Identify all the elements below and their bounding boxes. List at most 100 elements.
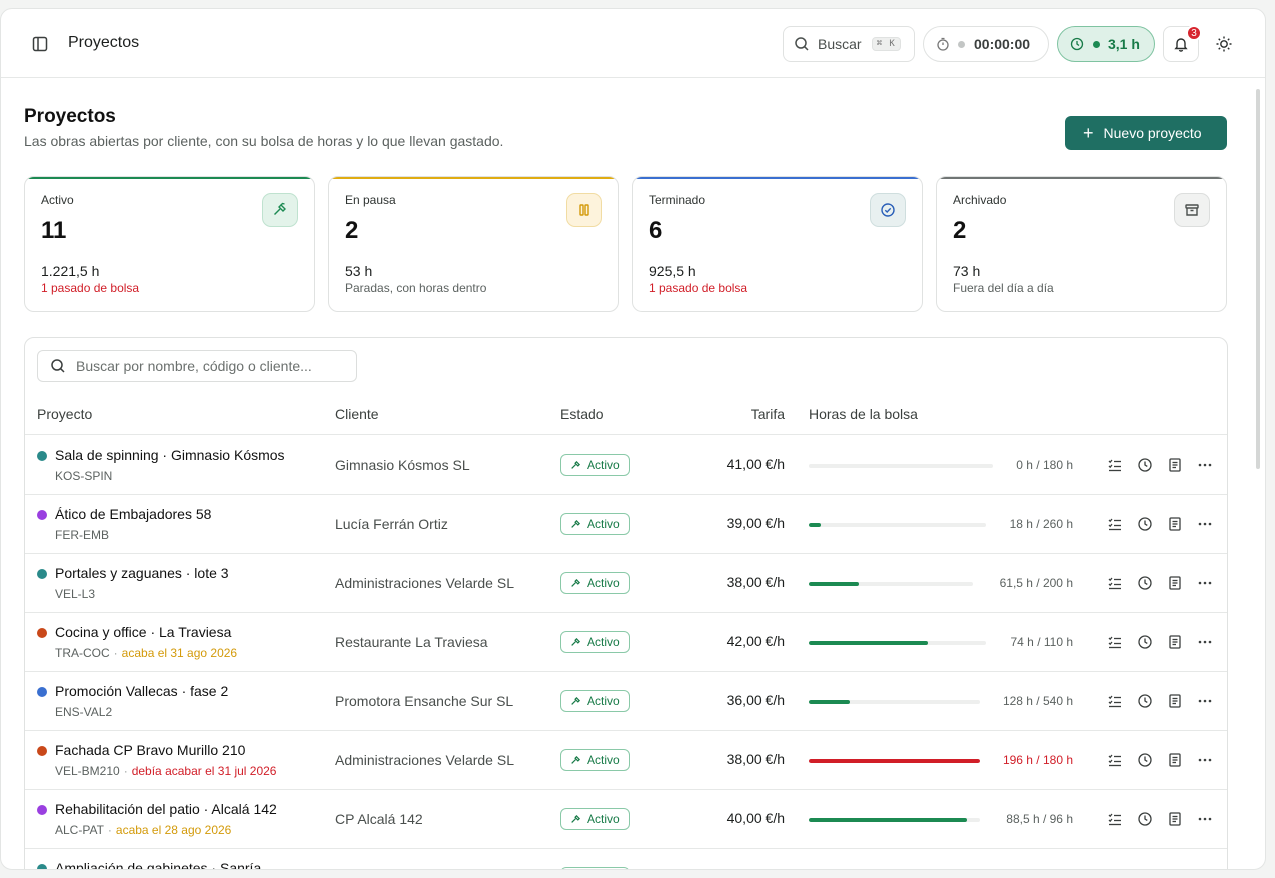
card-hours: 925,5 h: [649, 263, 696, 279]
card-hours: 53 h: [345, 263, 373, 279]
sidebar-toggle-icon[interactable]: [31, 35, 49, 53]
column-header-client[interactable]: Cliente: [335, 406, 379, 422]
summary-card-archived[interactable]: Archivado 2 73 h Fuera del día a día: [936, 176, 1227, 312]
hours-progress-bar: [809, 700, 980, 704]
project-color-dot: [37, 451, 47, 461]
summary-card-active[interactable]: Activo 11 1.221,5 h 1 pasado de bolsa: [24, 176, 315, 312]
card-accent: [937, 177, 1226, 179]
table-header: Proyecto Cliente Estado Tarifa Horas de …: [25, 398, 1227, 435]
project-color-dot: [37, 687, 47, 697]
hours-status-dot: [1093, 40, 1100, 48]
hours-progress-bar: [809, 523, 986, 527]
document-icon[interactable]: [1167, 575, 1183, 591]
status-badge: Activo: [560, 749, 630, 771]
plus-icon: +: [1083, 123, 1094, 143]
column-header-project[interactable]: Proyecto: [37, 406, 92, 422]
table-row[interactable]: Cocina y office · La Traviesa TRA-COC · aca…: [25, 613, 1227, 672]
project-name[interactable]: Fachada CP Bravo Murillo 210: [55, 742, 245, 758]
notifications-button[interactable]: 3: [1163, 25, 1202, 62]
document-icon[interactable]: [1167, 693, 1183, 709]
separator: ·: [123, 764, 128, 778]
clock-icon[interactable]: [1137, 634, 1153, 650]
project-code: FER-EMB: [55, 528, 109, 542]
table-row[interactable]: Ático de Embajadores 58 FER-EMB Lucía Ferr…: [25, 495, 1227, 554]
more-options-icon[interactable]: [1197, 811, 1213, 827]
timer-button[interactable]: 00:00:00: [923, 26, 1049, 62]
more-options-icon[interactable]: [1197, 575, 1213, 591]
project-name[interactable]: Ático de Embajadores 58: [55, 506, 211, 522]
status-badge: Activo: [560, 808, 630, 830]
new-project-button[interactable]: + Nuevo proyecto: [1065, 116, 1227, 150]
column-header-status[interactable]: Estado: [560, 406, 604, 422]
project-name[interactable]: Portales y zaguanes · lote 3: [55, 565, 229, 581]
tasks-checklist-icon[interactable]: [1107, 457, 1123, 473]
table-row[interactable]: Ampliación de gabinetes · SanríaClínica …: [25, 849, 1227, 869]
more-options-icon[interactable]: [1197, 693, 1213, 709]
more-options-icon[interactable]: [1197, 516, 1213, 532]
client-name: Restaurante La Traviesa: [335, 634, 488, 650]
tasks-checklist-icon[interactable]: [1107, 693, 1123, 709]
table-row[interactable]: Promoción Vallecas · fase 2 ENS-VAL2 Promo…: [25, 672, 1227, 731]
table-row[interactable]: Rehabilitación del patio · Alcalá 142 ALC…: [25, 790, 1227, 849]
more-options-icon[interactable]: [1197, 752, 1213, 768]
document-icon[interactable]: [1167, 634, 1183, 650]
hours-today-button[interactable]: 3,1 h: [1057, 26, 1155, 62]
project-name[interactable]: Promoción Vallecas · fase 2: [55, 683, 228, 699]
column-header-rate[interactable]: Tarifa: [675, 406, 785, 422]
tasks-checklist-icon[interactable]: [1107, 752, 1123, 768]
hammer-icon: [570, 519, 587, 530]
table-search-input[interactable]: Buscar por nombre, código o cliente...: [37, 350, 357, 382]
hours-progress-fill: [809, 641, 929, 645]
global-search-button[interactable]: Buscar ⌘ K: [783, 26, 915, 62]
project-name[interactable]: Sala de spinning · Gimnasio Kósmos: [55, 447, 285, 463]
document-icon[interactable]: [1167, 811, 1183, 827]
card-label: En pausa: [345, 193, 396, 207]
hammer-icon: [262, 193, 298, 227]
clock-icon[interactable]: [1137, 457, 1153, 473]
tasks-checklist-icon[interactable]: [1107, 575, 1123, 591]
hammer-icon: [570, 637, 587, 648]
card-note: Paradas, con horas dentro: [345, 281, 487, 295]
clock-icon[interactable]: [1137, 575, 1153, 591]
table-row[interactable]: Fachada CP Bravo Murillo 210 VEL-BM210 · de…: [25, 731, 1227, 790]
hammer-icon: [570, 755, 587, 766]
project-name[interactable]: Cocina y office · La Traviesa: [55, 624, 231, 640]
clock-icon[interactable]: [1137, 516, 1153, 532]
project-meta: KOS-SPIN: [55, 469, 112, 483]
tasks-checklist-icon[interactable]: [1107, 634, 1123, 650]
summary-card-paused[interactable]: En pausa 2 53 h Paradas, con horas dentr…: [328, 176, 619, 312]
project-rate: 39,00 €/h: [726, 515, 785, 531]
document-icon[interactable]: [1167, 516, 1183, 532]
page-subtitle: Las obras abiertas por cliente, con su b…: [24, 133, 504, 149]
status-label: Activo: [587, 517, 620, 531]
more-options-icon[interactable]: [1197, 457, 1213, 473]
page-title: Proyectos: [24, 106, 116, 127]
sun-icon[interactable]: [1215, 35, 1233, 53]
project-deadline-note: acaba el 31 ago 2026: [121, 646, 238, 660]
table-row[interactable]: Sala de spinning · Gimnasio Kósmos KOS-SP…: [25, 436, 1227, 495]
hours-progress-bar: [809, 464, 993, 468]
project-color-dot: [37, 510, 47, 520]
project-meta: ALC-PAT · acaba el 28 ago 2026: [55, 823, 231, 837]
more-options-icon[interactable]: [1197, 634, 1213, 650]
status-badge: Activo: [560, 572, 630, 594]
document-icon[interactable]: [1167, 457, 1183, 473]
tasks-checklist-icon[interactable]: [1107, 516, 1123, 532]
hours-progress-bar: [809, 759, 980, 763]
clock-icon[interactable]: [1137, 693, 1153, 709]
project-name[interactable]: Rehabilitación del patio · Alcalá 142: [55, 801, 277, 817]
clock-icon[interactable]: [1137, 752, 1153, 768]
hours-progress-bar: [809, 818, 980, 822]
clock-icon[interactable]: [1137, 811, 1153, 827]
app-window: Proyectos Buscar ⌘ K 00:00:00 3,1 h 3 Pr…: [0, 8, 1266, 870]
project-name[interactable]: Ampliación de gabinetes · Sanría: [55, 860, 261, 869]
summary-card-finished[interactable]: Terminado 6 925,5 h 1 pasado de bolsa: [632, 176, 923, 312]
status-badge: Activo: [560, 513, 630, 535]
scrollbar[interactable]: [1256, 89, 1260, 469]
document-icon[interactable]: [1167, 752, 1183, 768]
tasks-checklist-icon[interactable]: [1107, 811, 1123, 827]
table-row[interactable]: Portales y zaguanes · lote 3 VEL-L3 Admini…: [25, 554, 1227, 613]
project-meta: FER-EMB: [55, 528, 109, 542]
column-header-hours[interactable]: Horas de la bolsa: [809, 406, 918, 422]
project-color-dot: [37, 569, 47, 579]
